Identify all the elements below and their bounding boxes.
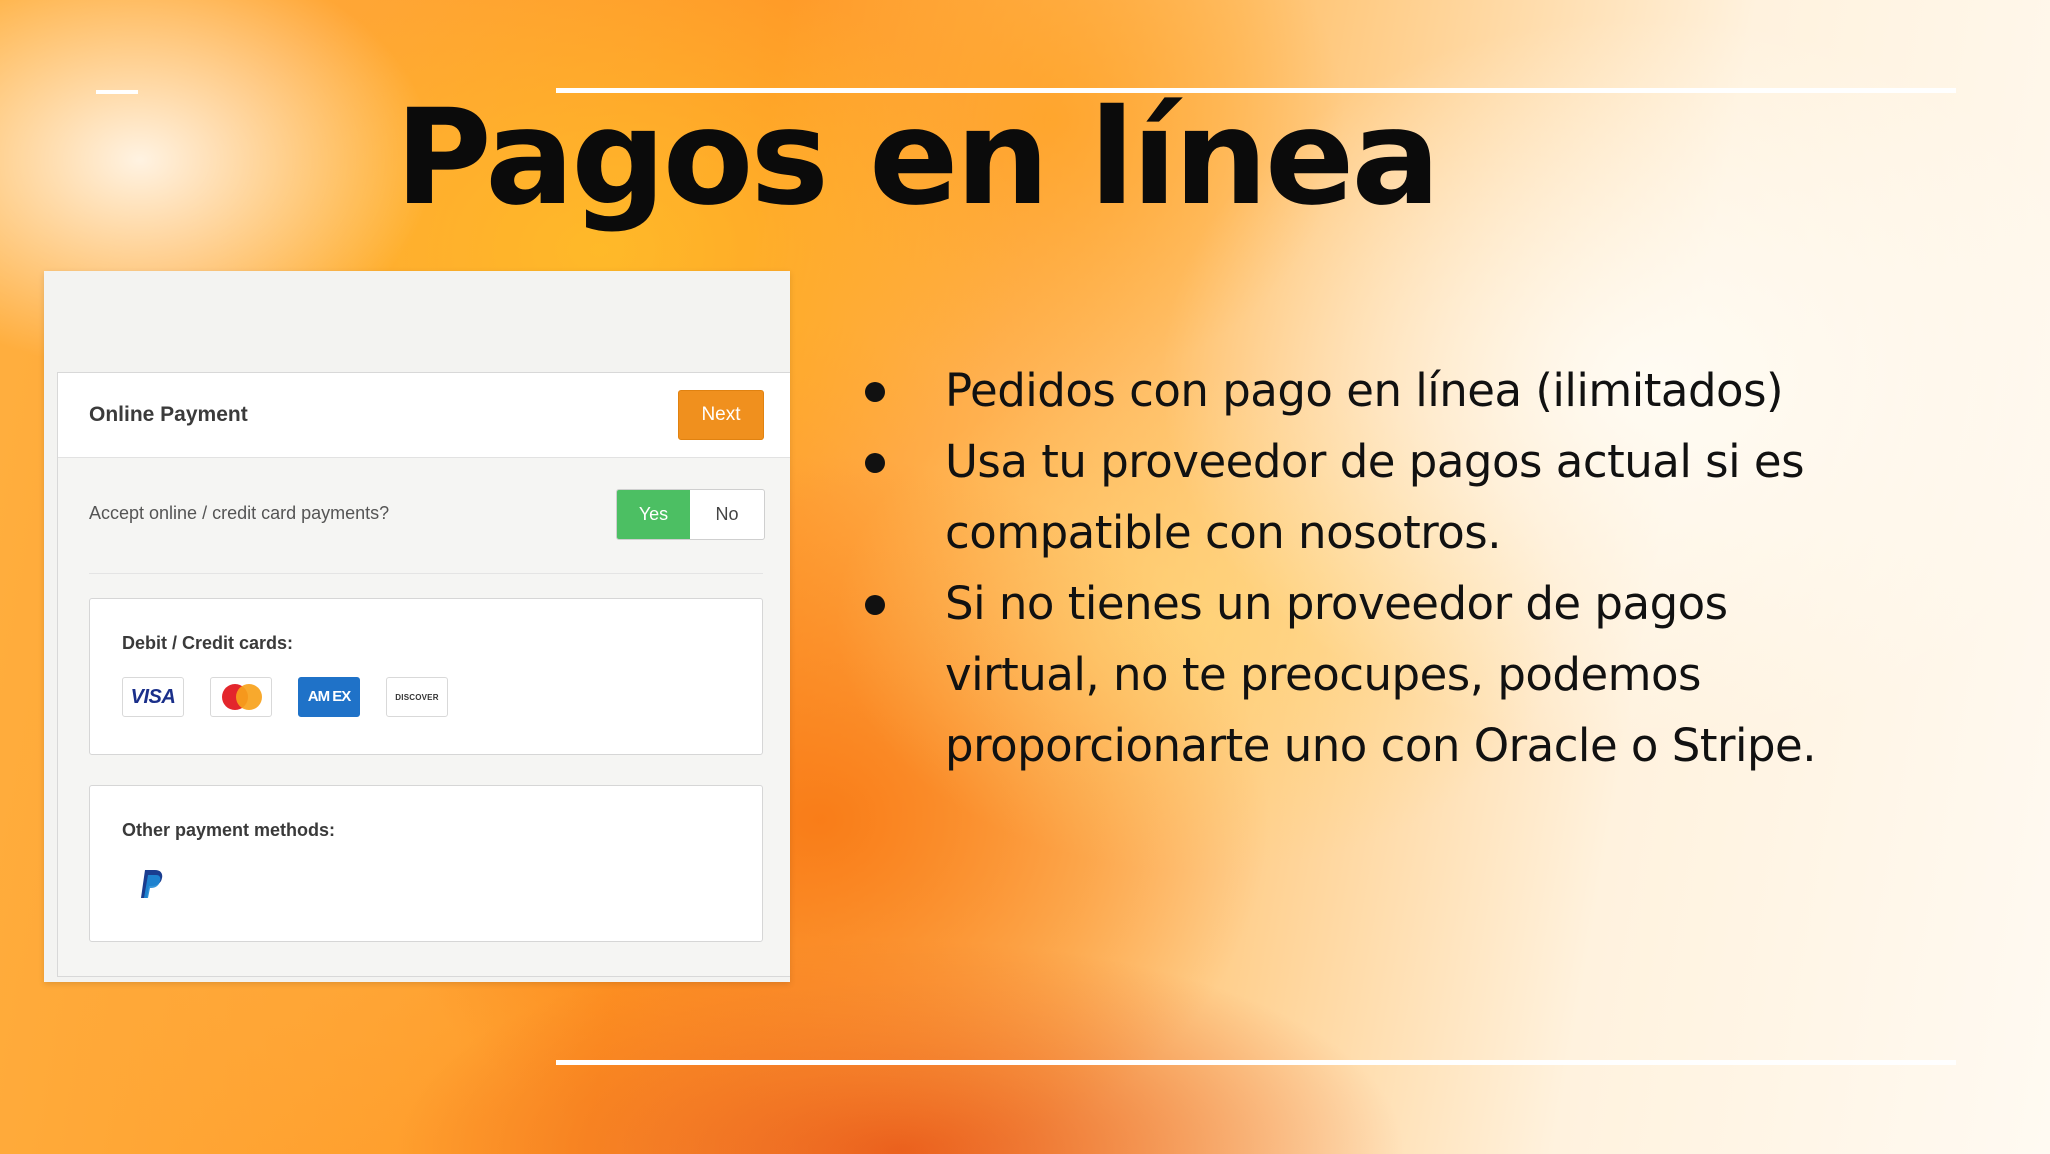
payment-screenshot: Online Payment Next Accept online / cred… <box>44 271 790 982</box>
yes-option[interactable]: Yes <box>617 490 690 539</box>
bullet-item: Pedidos con pago en línea (ilimitados) <box>863 355 1863 426</box>
accent-rule-short <box>96 90 138 94</box>
discover-icon: DISCOVER <box>386 677 448 717</box>
divider <box>89 573 763 574</box>
amex-icon: AM EX <box>298 677 360 717</box>
card-header: Online Payment Next <box>58 373 790 458</box>
accept-payments-toggle[interactable]: Yes No <box>616 489 765 540</box>
card-title: Online Payment <box>89 403 248 426</box>
other-methods-label: Other payment methods: <box>122 820 336 840</box>
visa-wordmark: VISA <box>130 685 176 708</box>
mastercard-icon <box>210 677 272 717</box>
accent-rule-bottom <box>556 1060 1956 1065</box>
next-button[interactable]: Next <box>678 390 764 440</box>
slide-title: Pagos en línea <box>395 81 1440 235</box>
bullet-item: Si no tienes un proveedor de pagos virtu… <box>863 568 1863 781</box>
discover-wordmark: DISCOVER <box>395 692 439 702</box>
bullet-list: Pedidos con pago en línea (ilimitados) U… <box>863 355 1863 781</box>
visa-icon: VISA <box>122 677 184 717</box>
bullet-item: Usa tu proveedor de pagos actual si es c… <box>863 426 1863 568</box>
amex-wordmark: AM EX <box>307 687 352 705</box>
cards-box: Debit / Credit cards: VISA AM EX DISCOVE… <box>89 598 763 755</box>
no-option[interactable]: No <box>690 490 764 539</box>
online-payment-card: Online Payment Next Accept online / cred… <box>57 372 790 977</box>
cards-label: Debit / Credit cards: <box>122 633 294 653</box>
accept-payments-label: Accept online / credit card payments? <box>89 503 390 523</box>
other-methods-box: Other payment methods: <box>89 785 763 942</box>
card-logos: VISA AM EX DISCOVER <box>122 677 448 717</box>
paypal-icon <box>141 870 163 898</box>
